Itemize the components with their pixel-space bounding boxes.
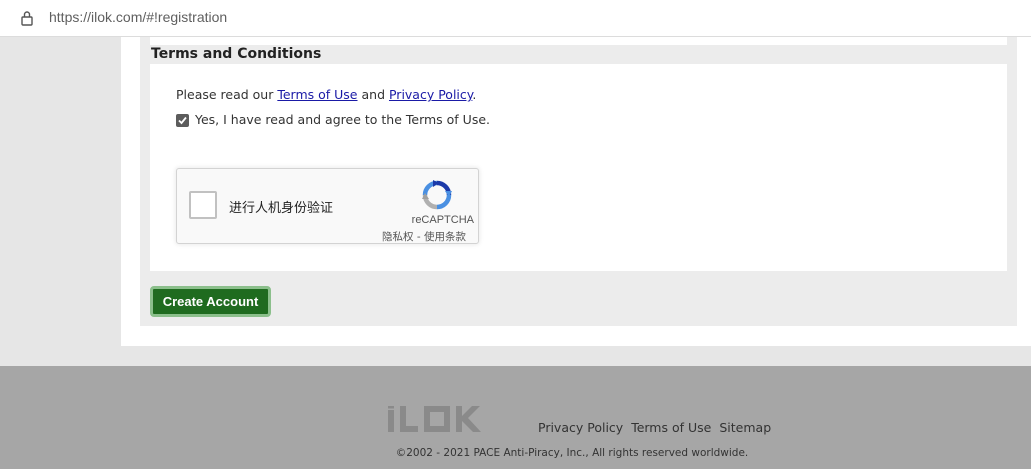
footer-terms-link[interactable]: Terms of Use [631,420,711,435]
read-terms-line: Please read our Terms of Use and Privacy… [176,87,477,102]
previous-section-edge [150,37,1007,45]
section-title: Terms and Conditions [151,46,322,62]
footer-privacy-link[interactable]: Privacy Policy [538,420,623,435]
copyright: ©2002 - 2021 PACE Anti-Piracy, Inc., All… [395,447,749,459]
recaptcha-brand: reCAPTCHA [411,214,474,226]
terms-of-use-link[interactable]: Terms of Use [277,87,357,102]
footer: Privacy Policy Terms of Use Sitemap ©2002 … [0,366,1031,469]
url-text[interactable]: https://ilok.com/#!registration [49,9,227,25]
ilok-logo [388,406,481,432]
recaptcha-label: 进行人机身份验证 [229,201,334,216]
privacy-policy-link[interactable]: Privacy Policy [389,87,472,102]
agree-label: Yes, I have read and agree to the Terms … [195,112,490,127]
address-bar[interactable]: https://ilok.com/#!registration [0,0,1031,37]
recaptcha-checkbox[interactable] [189,191,217,219]
recaptcha-logo-icon [422,180,452,210]
checkmark-icon [178,116,187,125]
lock-icon [21,11,33,26]
agree-checkbox[interactable] [176,114,189,127]
footer-sitemap-link[interactable]: Sitemap [719,420,771,435]
recaptcha-widget: 进行人机身份验证 reCAPTCHA 隐私权 - 使用条款 [176,168,479,244]
footer-links: Privacy Policy Terms of Use Sitemap [538,420,779,435]
recaptcha-links[interactable]: 隐私权 - 使用条款 [382,229,466,244]
create-account-button[interactable]: Create Account [150,286,271,317]
